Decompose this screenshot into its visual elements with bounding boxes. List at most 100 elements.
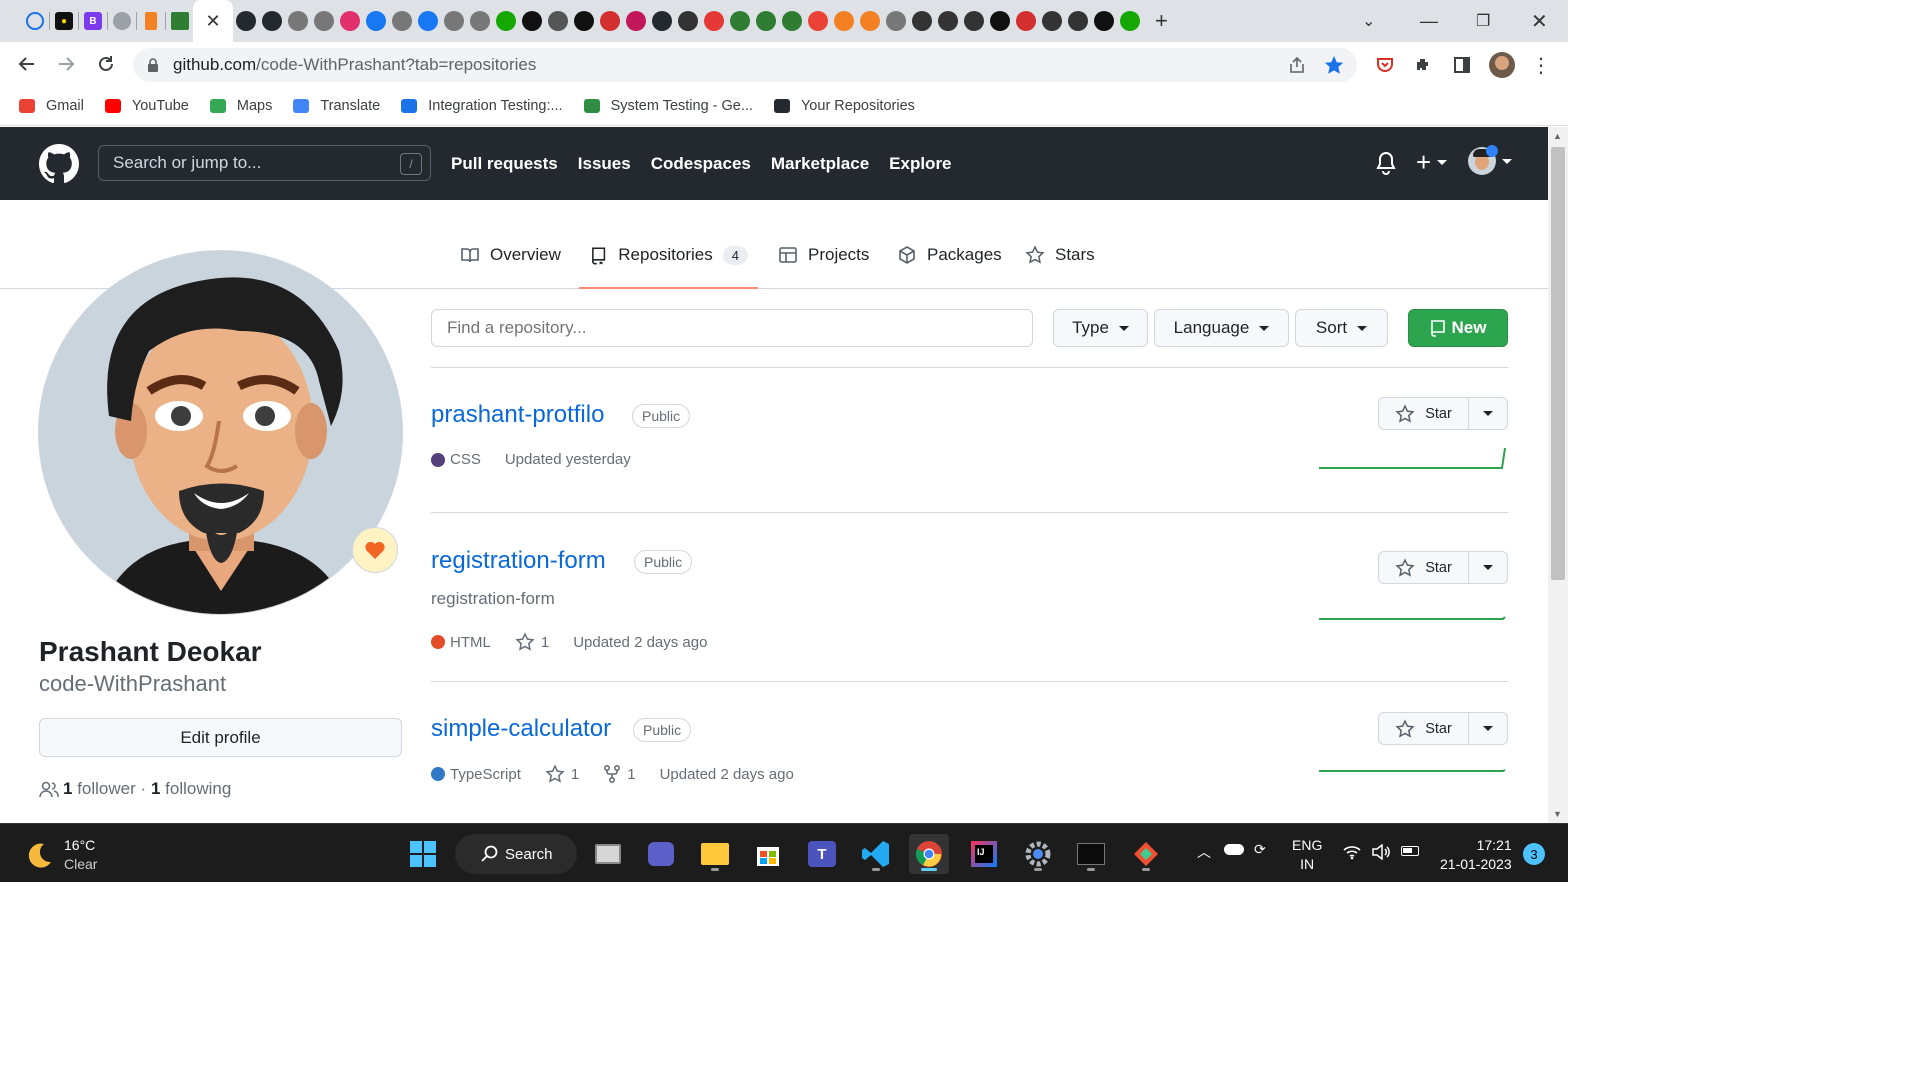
bookmark-item[interactable]: Gmail	[18, 97, 84, 115]
teams-icon[interactable]: T	[802, 834, 842, 874]
bookmark-item[interactable]: Translate	[292, 97, 380, 115]
battery-icon[interactable]	[1401, 846, 1419, 856]
following-link[interactable]: following	[165, 779, 231, 799]
repo-name-link[interactable]: registration-form	[431, 547, 606, 575]
task-view-icon[interactable]	[588, 834, 628, 874]
pinned-tab-favicon-icon[interactable]	[626, 11, 646, 31]
pinned-tab-favicon-icon[interactable]	[1120, 11, 1140, 31]
pinned-tab-favicon-icon[interactable]	[756, 11, 776, 31]
github-search-input[interactable]: Search or jump to... /	[98, 145, 431, 181]
pinned-tab-favicon-icon[interactable]	[834, 11, 854, 31]
sync-icon[interactable]: ⟳	[1254, 841, 1266, 858]
address-bar[interactable]: github.com/code-WithPrashant?tab=reposit…	[133, 48, 1357, 82]
stargazers-link[interactable]: 1	[515, 632, 549, 652]
pinned-tab-favicon-icon[interactable]	[392, 11, 412, 31]
pinned-tab-favicon-icon[interactable]	[548, 11, 568, 31]
new-tab-icon[interactable]: +	[1155, 8, 1168, 34]
weather-widget[interactable]: 16°C Clear	[24, 836, 97, 874]
terminal-icon[interactable]	[1071, 834, 1111, 874]
tab-6[interactable]	[167, 8, 193, 34]
pinned-tab-favicon-icon[interactable]	[470, 11, 490, 31]
sort-filter-button[interactable]: Sort	[1295, 309, 1388, 347]
close-tab-icon[interactable]: ✕	[205, 11, 220, 32]
star-list-dropdown[interactable]	[1469, 552, 1507, 583]
chat-app-icon[interactable]	[641, 834, 681, 874]
create-new-icon[interactable]: +	[1416, 149, 1448, 175]
pinned-tab-favicon-icon[interactable]	[288, 11, 308, 31]
git-kraken-icon[interactable]	[1126, 834, 1166, 874]
back-icon[interactable]	[15, 52, 39, 76]
chrome-icon[interactable]	[909, 834, 949, 874]
reload-icon[interactable]	[94, 52, 118, 76]
pinned-tab-favicon-icon[interactable]	[990, 11, 1010, 31]
bookmark-item[interactable]: System Testing - Ge...	[583, 97, 753, 115]
nav-marketplace[interactable]: Marketplace	[771, 154, 869, 174]
tab-packages[interactable]: Packages	[897, 245, 1002, 289]
star-button[interactable]: Star	[1379, 552, 1469, 583]
tab-active-github[interactable]: ✕	[193, 0, 233, 42]
file-explorer-icon[interactable]	[695, 834, 735, 874]
start-button[interactable]	[403, 834, 443, 874]
browser-profile-avatar[interactable]	[1489, 52, 1515, 78]
pinned-tab-favicon-icon[interactable]	[600, 11, 620, 31]
pinned-tab-favicon-icon[interactable]	[314, 11, 334, 31]
pinned-tab-favicon-icon[interactable]	[964, 11, 984, 31]
pinned-tab-favicon-icon[interactable]	[1094, 11, 1114, 31]
onedrive-icon[interactable]	[1224, 844, 1244, 855]
star-button[interactable]: Star	[1379, 713, 1469, 744]
tab-overview[interactable]: Overview	[460, 245, 561, 289]
bookmark-item[interactable]: Integration Testing:...	[400, 97, 563, 115]
pinned-tab-favicon-icon[interactable]	[808, 11, 828, 31]
tab-5[interactable]	[138, 8, 164, 34]
bookmark-item[interactable]: Maps	[209, 97, 272, 115]
notification-badge[interactable]: 3	[1523, 843, 1545, 865]
nav-pull-requests[interactable]: Pull requests	[451, 154, 558, 174]
tab-repositories[interactable]: Repositories 4	[579, 245, 758, 289]
bookmark-item[interactable]: YouTube	[104, 97, 189, 115]
vscode-icon[interactable]	[856, 834, 896, 874]
find-repository-input[interactable]	[431, 309, 1033, 347]
show-hidden-icons[interactable]: ︿	[1197, 842, 1211, 862]
pinned-tab-favicon-icon[interactable]	[1042, 11, 1062, 31]
followers-link[interactable]: follower	[77, 779, 136, 799]
close-window-icon[interactable]: ✕	[1531, 0, 1548, 42]
pinned-tab-favicon-icon[interactable]	[522, 11, 542, 31]
pinned-tab-favicon-icon[interactable]	[262, 11, 282, 31]
pinned-tab-favicon-icon[interactable]	[418, 11, 438, 31]
star-list-dropdown[interactable]	[1469, 713, 1507, 744]
pinned-tab-favicon-icon[interactable]	[340, 11, 360, 31]
repo-name-link[interactable]: prashant-protfilo	[431, 401, 604, 429]
system-clock[interactable]: 17:21 21-01-2023	[1440, 836, 1512, 874]
input-language[interactable]: ENG IN	[1292, 836, 1322, 874]
minimize-icon[interactable]: —	[1420, 0, 1438, 42]
taskbar-search-button[interactable]: Search	[455, 834, 577, 874]
star-list-dropdown[interactable]	[1469, 398, 1507, 429]
lock-icon[interactable]	[147, 58, 159, 72]
intellij-icon[interactable]: IJ	[964, 834, 1004, 874]
tab-search-icon[interactable]: ⌄	[1362, 0, 1375, 42]
pinned-tab-favicon-icon[interactable]	[782, 11, 802, 31]
pinned-tab-favicon-icon[interactable]	[574, 11, 594, 31]
extensions-icon[interactable]	[1410, 52, 1436, 78]
pinned-tab-favicon-icon[interactable]	[366, 11, 386, 31]
github-logo-icon[interactable]	[39, 144, 79, 184]
scrollbar-thumb[interactable]	[1551, 147, 1565, 580]
pinned-tab-favicon-icon[interactable]	[938, 11, 958, 31]
tab-3[interactable]: B	[80, 8, 106, 34]
repo-name-link[interactable]: simple-calculator	[431, 715, 611, 743]
language-filter-button[interactable]: Language	[1154, 309, 1289, 347]
status-heart-icon[interactable]	[352, 527, 398, 573]
following-count[interactable]: 1	[151, 779, 160, 799]
forks-link[interactable]: 1	[603, 764, 636, 784]
side-panel-icon[interactable]	[1449, 52, 1475, 78]
user-avatar-menu[interactable]	[1468, 145, 1512, 175]
pinned-tab-favicon-icon[interactable]	[236, 11, 256, 31]
tab-stars[interactable]: Stars	[1025, 245, 1095, 289]
nav-issues[interactable]: Issues	[578, 154, 631, 174]
pinned-tab-favicon-icon[interactable]	[704, 11, 724, 31]
nav-explore[interactable]: Explore	[889, 154, 951, 174]
star-button[interactable]: Star	[1379, 398, 1469, 429]
pinned-tab-favicon-icon[interactable]	[678, 11, 698, 31]
pinned-tab-favicon-icon[interactable]	[730, 11, 750, 31]
profile-avatar[interactable]	[38, 250, 403, 615]
